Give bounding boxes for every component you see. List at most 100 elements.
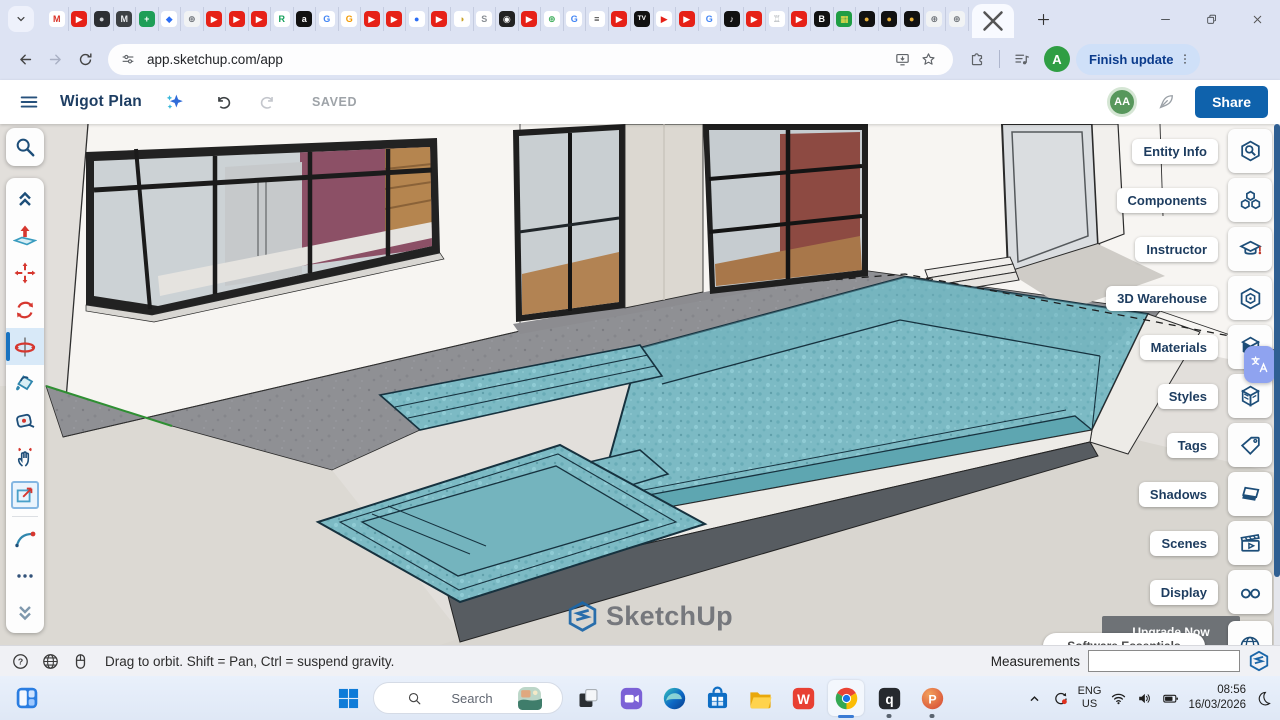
browser-tab-compass[interactable]: ◆ (159, 7, 182, 31)
browser-tab-sphere[interactable]: ● (406, 7, 429, 31)
file-explorer-taskbar-button[interactable] (742, 680, 778, 716)
main-menu-button[interactable] (12, 85, 46, 119)
ai-sparkle-button[interactable] (158, 85, 192, 119)
document-title[interactable]: Wigot Plan (60, 93, 142, 111)
q-app-taskbar-button[interactable]: q (871, 680, 907, 716)
browser-tab-globe[interactable]: ⊕ (946, 7, 969, 31)
browser-tab-orange[interactable]: G (339, 7, 362, 31)
geolocation-button[interactable] (1228, 621, 1272, 645)
browser-tab-youtube[interactable]: ▶ (69, 7, 92, 31)
reload-button[interactable] (70, 44, 100, 74)
tape-measure-tool-button[interactable] (6, 402, 44, 439)
browser-tab-youtube[interactable]: ▶ (676, 7, 699, 31)
language-switcher[interactable]: ENGUS (1078, 685, 1102, 710)
battery-button[interactable] (1162, 690, 1179, 707)
close-window-button[interactable] (1234, 0, 1280, 38)
wps-office-taskbar-button[interactable]: W (785, 680, 821, 716)
browser-tab-coin[interactable]: ● (856, 7, 879, 31)
browser-tab-youtube[interactable]: ▶ (609, 7, 632, 31)
browser-tab-tiktok[interactable]: ♪ (721, 7, 744, 31)
panel-button-scenes[interactable] (1228, 521, 1272, 565)
browser-tab-youtube[interactable]: ▶ (744, 7, 767, 31)
browser-tab-green[interactable]: R (271, 7, 294, 31)
chrome-taskbar-button[interactable] (828, 680, 864, 716)
browser-tab-google[interactable]: G (564, 7, 587, 31)
browser-tab-youtube[interactable]: ▶ (519, 7, 542, 31)
panel-button-warehouse[interactable] (1228, 276, 1272, 320)
feedback-pen-button[interactable] (1149, 85, 1183, 119)
browser-tab-google[interactable]: G (316, 7, 339, 31)
volume-button[interactable] (1136, 690, 1153, 707)
active-tab[interactable] (972, 4, 1014, 38)
browser-tab-bolt[interactable]: B (811, 7, 834, 31)
panel-button-entity-info[interactable] (1228, 129, 1272, 173)
tab-close-icon[interactable] (972, 4, 1014, 38)
orbit-tool-button[interactable] (6, 328, 44, 365)
rotate-tool-button[interactable] (6, 291, 44, 328)
browser-tab-youtube[interactable]: ▶ (249, 7, 272, 31)
browser-tab-dark[interactable]: ● (91, 7, 114, 31)
collapse-tools-button[interactable] (6, 180, 44, 217)
browser-tab-sheets[interactable]: + (136, 7, 159, 31)
browser-tab-youtube[interactable]: ▶ (789, 7, 812, 31)
model-viewport[interactable]: SketchUp Entity InfoComponentsInstructor… (0, 124, 1280, 645)
browser-tab-globe[interactable]: ⊕ (924, 7, 947, 31)
browser-tab-gold[interactable]: ◑ (451, 7, 474, 31)
browser-tab-globe[interactable]: ⊕ (181, 7, 204, 31)
more-tools-button[interactable] (6, 557, 44, 594)
panel-button-shadows[interactable] (1228, 472, 1272, 516)
presentation-app-taskbar-button[interactable]: P (914, 680, 950, 716)
undo-button[interactable] (206, 85, 240, 119)
arc-tool-button[interactable] (6, 520, 44, 557)
taskbar-search[interactable]: Search (373, 682, 563, 714)
panel-button-instructor[interactable] (1228, 227, 1272, 271)
redo-button[interactable] (252, 85, 286, 119)
browser-tab-youtube[interactable]: ▶ (204, 7, 227, 31)
widgets-button[interactable] (12, 683, 42, 713)
media-controls-button[interactable] (1008, 45, 1036, 73)
browser-tab-ytcircle[interactable]: ▶ (654, 7, 677, 31)
browser-tab-studio[interactable]: M (114, 7, 137, 31)
browser-tab-badge[interactable]: S (474, 7, 497, 31)
browser-tab-statue[interactable]: ♖ (766, 7, 789, 31)
extensions-button[interactable] (963, 45, 991, 73)
site-settings-icon[interactable] (120, 51, 136, 67)
microsoft-store-taskbar-button[interactable] (699, 680, 735, 716)
browser-tab-youtube[interactable]: ▶ (429, 7, 452, 31)
browser-tab-blackdot[interactable]: a (294, 7, 317, 31)
search-tools-button[interactable] (6, 128, 44, 166)
pan-tool-button[interactable] (6, 439, 44, 476)
translate-widget[interactable] (1244, 346, 1275, 383)
chat-taskbar-button[interactable] (613, 680, 649, 716)
browser-tab-youtube[interactable]: ▶ (361, 7, 384, 31)
expand-tools-button[interactable] (6, 594, 44, 631)
browser-tab-youtube[interactable]: ▶ (226, 7, 249, 31)
measurements-input[interactable] (1088, 650, 1240, 672)
new-tab-button[interactable] (1030, 5, 1058, 33)
help-button[interactable]: ? (10, 651, 31, 672)
language-button[interactable] (40, 651, 61, 672)
mouse-hints-button[interactable] (70, 651, 91, 672)
clock[interactable]: 08:5616/03/2026 (1188, 683, 1246, 713)
back-button[interactable] (10, 44, 40, 74)
tray-expand-button[interactable] (1026, 690, 1043, 707)
share-button[interactable]: Share (1195, 86, 1268, 118)
move-tool-button[interactable] (6, 254, 44, 291)
maximize-button[interactable] (1188, 0, 1234, 38)
browser-tab-coin[interactable]: ● (879, 7, 902, 31)
panel-button-components[interactable] (1228, 178, 1272, 222)
page-scrollbar[interactable] (1274, 124, 1280, 645)
browser-tab-cam[interactable]: ◉ (496, 7, 519, 31)
start-button[interactable] (330, 680, 366, 716)
browser-tab-bars[interactable]: ≡ (586, 7, 609, 31)
edge-taskbar-button[interactable] (656, 680, 692, 716)
browser-tab-greenglobe[interactable]: ⊕ (541, 7, 564, 31)
omnibox[interactable]: app.sketchup.com/app (108, 44, 953, 75)
scale-tool-button[interactable] (6, 476, 44, 513)
forward-button[interactable] (40, 44, 70, 74)
minimize-button[interactable] (1142, 0, 1188, 38)
panel-button-display[interactable] (1228, 570, 1272, 614)
browser-tab-google[interactable]: G (699, 7, 722, 31)
finish-update-chip[interactable]: Finish update (1076, 44, 1200, 75)
bookmark-button[interactable] (915, 46, 941, 72)
